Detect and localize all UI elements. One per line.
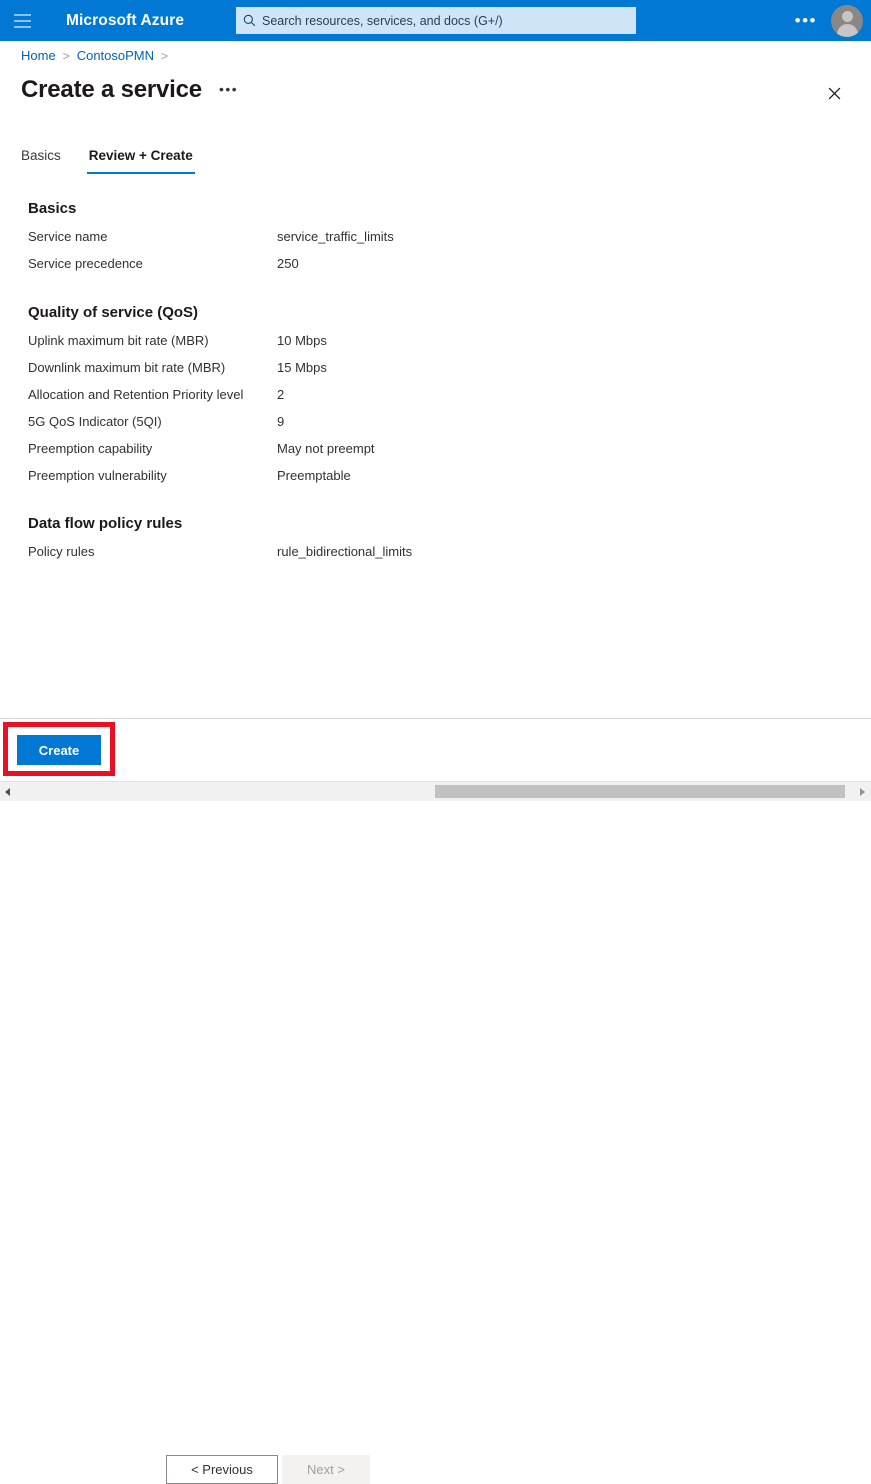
hamburger-bar: [14, 26, 31, 28]
triangle-left: [5, 788, 10, 796]
avatar-body: [837, 24, 858, 37]
table-row: Policy rules rule_bidirectional_limits: [0, 543, 871, 570]
section-basics: Basics Service name service_traffic_limi…: [0, 200, 871, 282]
row-label: Policy rules: [28, 543, 277, 560]
breadcrumb-item-contosopmn[interactable]: ContosoPMN: [77, 48, 154, 63]
breadcrumb-separator: >: [63, 49, 70, 63]
table-row: Uplink maximum bit rate (MBR) 10 Mbps: [0, 332, 871, 359]
row-value: 250: [277, 255, 299, 272]
section-data-flow-policy-rules: Data flow policy rules Policy rules rule…: [0, 515, 871, 570]
search-icon: [236, 14, 262, 27]
row-value: 10 Mbps: [277, 332, 327, 349]
breadcrumb-item-home[interactable]: Home: [21, 48, 56, 63]
row-value: Preemptable: [277, 467, 351, 484]
table-row: Allocation and Retention Priority level …: [0, 386, 871, 413]
scroll-left-arrow-icon[interactable]: [0, 788, 14, 796]
triangle-right: [860, 788, 865, 796]
hamburger-bar: [14, 14, 31, 16]
table-row: Downlink maximum bit rate (MBR) 15 Mbps: [0, 359, 871, 386]
section-title: Quality of service (QoS): [28, 304, 871, 321]
breadcrumb-separator: >: [161, 49, 168, 63]
row-label: Preemption capability: [28, 440, 277, 457]
row-label: 5G QoS Indicator (5QI): [28, 413, 277, 430]
avatar-head: [842, 11, 853, 22]
section-spacer: [0, 494, 871, 515]
azure-portal-page: Microsoft Azure Search resources, servic…: [0, 0, 871, 800]
row-value: 9: [277, 413, 284, 430]
page-title-row: Create a service •••: [21, 76, 238, 104]
section-rows: Policy rules rule_bidirectional_limits: [0, 543, 871, 570]
review-content: Basics Service name service_traffic_limi…: [0, 200, 871, 570]
section-title: Basics: [28, 200, 871, 217]
row-value: May not preempt: [277, 440, 375, 457]
tab-basics[interactable]: Basics: [21, 148, 61, 174]
section-rows: Uplink maximum bit rate (MBR) 10 Mbps Do…: [0, 332, 871, 494]
wizard-footer: Create < Previous Next >: [0, 719, 871, 781]
breadcrumb: Home > ContosoPMN >: [21, 48, 175, 63]
topbar-more-icon[interactable]: •••: [785, 12, 827, 29]
topbar-actions: •••: [785, 0, 871, 41]
wizard-tabs: Basics Review + Create: [21, 148, 221, 174]
user-avatar[interactable]: [831, 5, 863, 37]
hamburger-menu-icon[interactable]: [0, 0, 44, 41]
section-quality-of-service: Quality of service (QoS) Uplink maximum …: [0, 304, 871, 494]
row-value: rule_bidirectional_limits: [277, 543, 412, 560]
search-placeholder: Search resources, services, and docs (G+…: [262, 14, 503, 28]
previous-button[interactable]: < Previous: [166, 1455, 278, 1484]
row-value: service_traffic_limits: [277, 228, 394, 245]
global-search-input[interactable]: Search resources, services, and docs (G+…: [236, 7, 636, 34]
row-label: Uplink maximum bit rate (MBR): [28, 332, 277, 349]
row-label: Preemption vulnerability: [28, 467, 277, 484]
table-row: Service name service_traffic_limits: [0, 228, 871, 255]
scroll-right-arrow-icon[interactable]: [855, 788, 869, 796]
page-title: Create a service: [21, 76, 202, 104]
row-label: Service name: [28, 228, 277, 245]
top-navigation-bar: Microsoft Azure Search resources, servic…: [0, 0, 871, 41]
create-button[interactable]: Create: [17, 735, 101, 765]
table-row: Preemption vulnerability Preemptable: [0, 467, 871, 494]
row-label: Allocation and Retention Priority level: [28, 386, 277, 403]
page-more-icon[interactable]: •••: [219, 81, 238, 100]
row-value: 2: [277, 386, 284, 403]
scrollbar-thumb[interactable]: [435, 785, 845, 798]
section-title: Data flow policy rules: [28, 515, 871, 532]
close-icon[interactable]: [821, 80, 847, 106]
row-label: Downlink maximum bit rate (MBR): [28, 359, 277, 376]
tab-review-create[interactable]: Review + Create: [89, 148, 193, 174]
row-value: 15 Mbps: [277, 359, 327, 376]
section-rows: Service name service_traffic_limits Serv…: [0, 228, 871, 282]
horizontal-scrollbar[interactable]: [0, 781, 871, 801]
next-button: Next >: [282, 1455, 370, 1484]
section-spacer: [0, 282, 871, 304]
row-label: Service precedence: [28, 255, 277, 272]
table-row: Preemption capability May not preempt: [0, 440, 871, 467]
table-row: Service precedence 250: [0, 255, 871, 282]
brand-title[interactable]: Microsoft Azure: [66, 12, 184, 30]
hamburger-bar: [14, 20, 31, 22]
table-row: 5G QoS Indicator (5QI) 9: [0, 413, 871, 440]
